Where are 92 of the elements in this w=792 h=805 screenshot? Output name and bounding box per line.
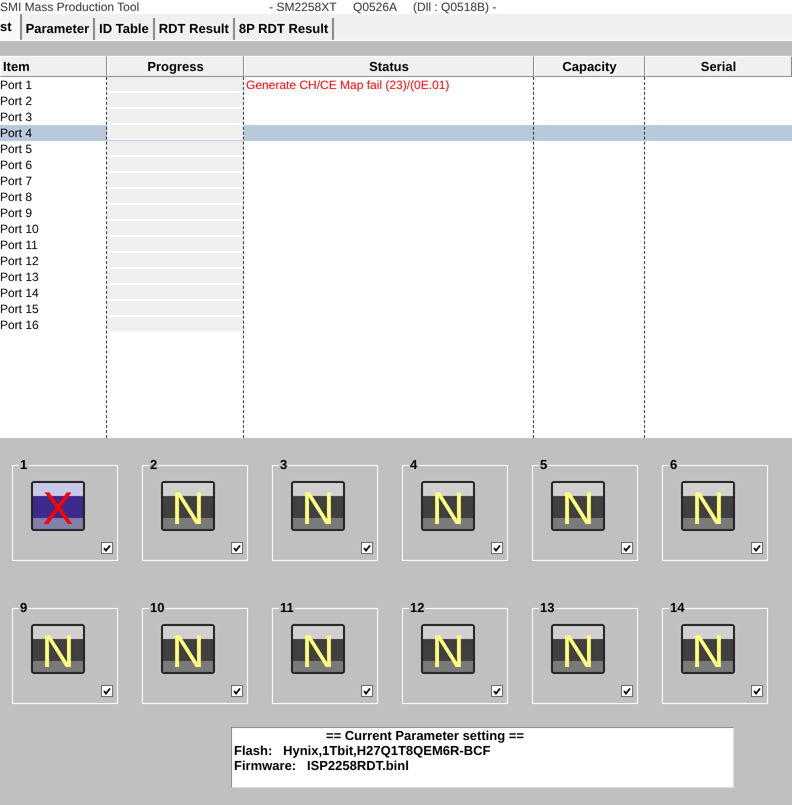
table-cell-text: Port 9 [0, 205, 34, 221]
table-row[interactable]: Port 10 [0, 221, 792, 237]
drive-icon: N [550, 622, 606, 674]
table-cell-text: Port 14 [0, 285, 40, 301]
port-number: 6 [669, 458, 678, 472]
port-number: 4 [409, 458, 418, 472]
port-number: 2 [149, 458, 158, 472]
table-cell-text: Port 7 [0, 173, 34, 189]
parameter-line: Flash: Hynix,1Tbit,H27Q1T8QEM6R-BCF [234, 743, 492, 758]
table-cell-text: Port 12 [0, 253, 40, 269]
table-row[interactable]: Port 4 [0, 125, 792, 141]
drive-icon: N [160, 480, 216, 532]
drive-icon: N [680, 480, 736, 532]
table-cell-text: Port 8 [0, 189, 34, 205]
checkbox[interactable] [621, 684, 633, 696]
check-icon [103, 544, 111, 552]
check-icon [623, 544, 631, 552]
table-row[interactable]: Port 16 [0, 317, 792, 333]
drive-icon: N [290, 622, 346, 674]
table-row[interactable]: Port 6 [0, 157, 792, 173]
checkbox[interactable] [751, 684, 763, 696]
table-cell-text: Port 6 [0, 157, 34, 173]
check-icon [233, 686, 241, 694]
checkbox[interactable] [231, 684, 243, 696]
table-cell-text: Port 1 [0, 77, 34, 93]
checkbox[interactable] [361, 684, 373, 696]
check-icon [363, 544, 371, 552]
table-cell-text: Port 11 [0, 237, 39, 253]
drive-icon: N [550, 480, 606, 532]
column-header[interactable]: Status [244, 56, 534, 77]
table-row[interactable]: Port 3 [0, 109, 792, 125]
table-row[interactable]: Port 15 [0, 301, 792, 317]
table-row[interactable]: Port 12 [0, 253, 792, 269]
version-label: - SM2258XT Q0526A (Dll : Q0518B) - [269, 0, 496, 14]
checkbox[interactable] [101, 542, 113, 554]
port-number: 12 [409, 600, 426, 614]
table-row[interactable]: Port 11 [0, 237, 792, 253]
drive-icon: N [30, 622, 86, 674]
check-icon [753, 686, 761, 694]
checkbox[interactable] [101, 684, 113, 696]
drive-fail-icon: X [30, 480, 86, 532]
check-icon [363, 686, 371, 694]
drive-icon: N [680, 622, 736, 674]
drive-icon: N [420, 622, 476, 674]
table-row[interactable]: Port 2 [0, 93, 792, 109]
port-number: 9 [19, 600, 28, 614]
window-title: SMI Mass Production Tool [0, 0, 140, 14]
tab[interactable]: st [0, 14, 22, 40]
table-row[interactable]: Port 8 [0, 189, 792, 205]
table-cell-text: Port 15 [0, 301, 40, 317]
checkbox[interactable] [621, 542, 633, 554]
table-cell-text: Port 10 [0, 221, 40, 237]
check-icon [493, 686, 501, 694]
column-header[interactable]: Progress [107, 56, 244, 77]
table-row[interactable]: Port 7 [0, 173, 792, 189]
port-number: 13 [539, 600, 556, 614]
check-icon [103, 686, 111, 694]
table-cell-text: Port 3 [0, 109, 34, 125]
table-row[interactable]: Port 13 [0, 269, 792, 285]
parameter-heading: == Current Parameter setting == [325, 728, 525, 743]
column-header[interactable]: Item [0, 56, 107, 77]
port-number: 10 [149, 600, 166, 614]
column-header[interactable]: Capacity [534, 56, 645, 77]
column-header[interactable]: Serial [645, 56, 792, 77]
check-icon [623, 686, 631, 694]
checkbox[interactable] [361, 542, 373, 554]
port-number: 14 [669, 600, 686, 614]
table-row[interactable]: Port 1 Generate CH/CE Map fail (23)/(0E.01) [0, 77, 792, 93]
table-row[interactable]: Port 14 [0, 285, 792, 301]
drive-icon: N [290, 480, 346, 532]
check-icon [753, 544, 761, 552]
drive-icon: N [160, 622, 216, 674]
table-cell-text: Generate CH/CE Map fail (23)/(0E.01) [245, 77, 450, 93]
checkbox[interactable] [231, 542, 243, 554]
port-number: 5 [539, 458, 548, 472]
check-icon [493, 544, 501, 552]
table-cell-text: Port 2 [0, 93, 34, 109]
checkbox[interactable] [491, 542, 503, 554]
checkbox[interactable] [751, 542, 763, 554]
check-icon [233, 544, 241, 552]
table-cell-text: Port 4 [0, 125, 34, 141]
table-row[interactable]: Port 5 [0, 141, 792, 157]
table-cell-text: Port 16 [0, 317, 40, 333]
drive-icon: N [420, 480, 476, 532]
port-number: 11 [279, 600, 295, 614]
port-number: 1 [19, 458, 28, 472]
table-cell-text: Port 13 [0, 269, 40, 285]
checkbox[interactable] [491, 684, 503, 696]
table-row[interactable]: Port 9 [0, 205, 792, 221]
table-cell-text: Port 5 [0, 141, 34, 157]
port-number: 3 [279, 458, 288, 472]
parameter-line: Firmware: ISP2258RDT.binl [234, 758, 410, 773]
